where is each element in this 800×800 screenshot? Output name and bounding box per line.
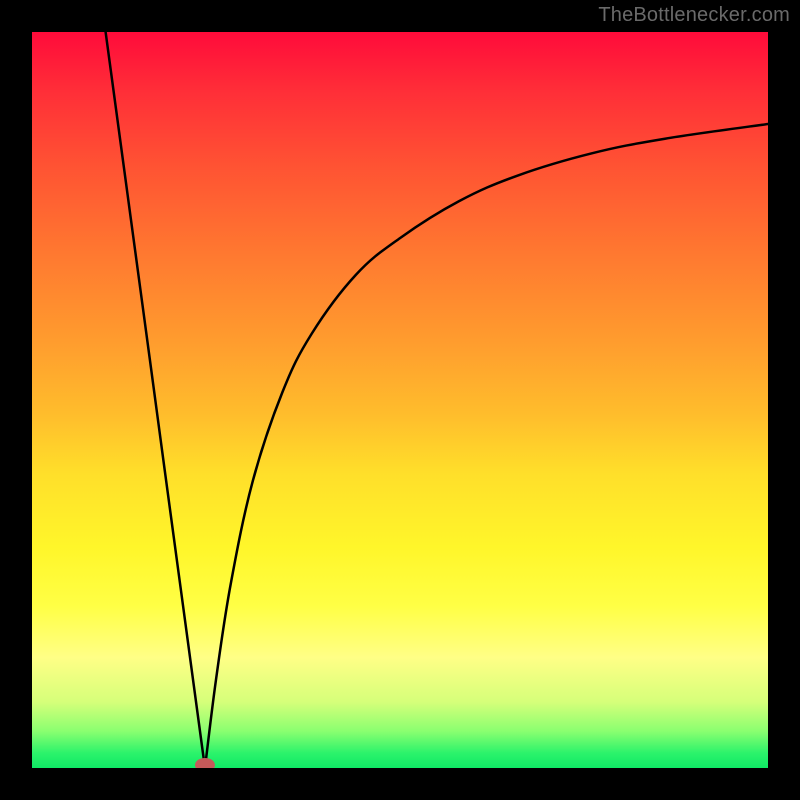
minimum-marker <box>195 758 215 768</box>
curve-right-branch <box>205 124 768 768</box>
curve-left-branch <box>106 32 205 768</box>
watermark-text: TheBottlenecker.com <box>598 4 790 27</box>
chart-frame: TheBottlenecker.com <box>0 0 800 800</box>
chart-plot-area <box>32 32 768 768</box>
chart-svg <box>32 32 768 768</box>
